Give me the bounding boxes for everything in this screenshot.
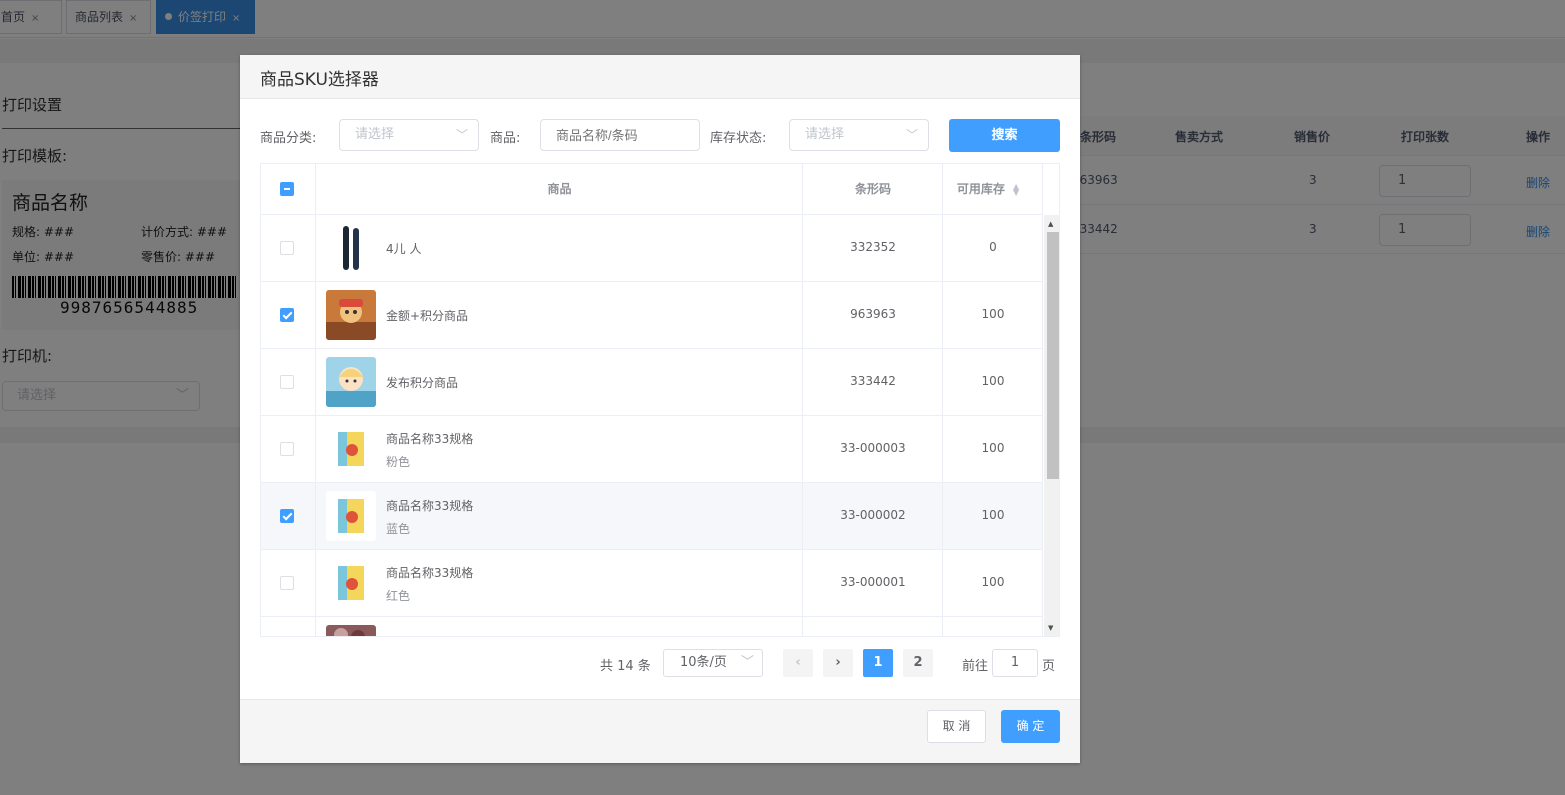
stock-cell: 100 — [981, 441, 1005, 455]
product-thumbnail — [326, 625, 376, 636]
table-row[interactable]: 商品名称33规格 粉色 33-000003 100 — [261, 416, 1043, 483]
product-thumbnail — [326, 357, 376, 407]
category-filter-label: 商品分类: — [260, 131, 317, 146]
product-thumbnail — [326, 491, 376, 541]
prev-page-button[interactable]: ‹ — [783, 649, 813, 677]
product-name: 商品名称33规格 — [386, 499, 474, 513]
product-name: 商品名称33规格 — [386, 566, 474, 580]
blind-box-image-icon — [326, 424, 376, 474]
goto-unit: 页 — [1042, 659, 1056, 674]
row-checkbox[interactable] — [280, 241, 294, 255]
doll-image-icon — [326, 357, 376, 407]
product-name: 4儿 人 — [386, 242, 422, 256]
column-divider — [315, 164, 316, 636]
scroll-up-icon[interactable]: ▲ — [1048, 220, 1053, 228]
stock-status-select[interactable]: 请选择 ﹀ — [789, 119, 929, 151]
toy-figure-image-icon — [326, 290, 376, 340]
product-spec: 蓝色 — [386, 522, 411, 536]
hairbrush-image-icon — [326, 223, 376, 273]
page-button-2[interactable]: 2 — [903, 649, 933, 677]
blind-box-image-icon — [326, 558, 376, 608]
goto-label: 前往 — [962, 659, 989, 674]
product-name: 金额+积分商品 — [386, 309, 469, 323]
product-thumbnail — [326, 424, 376, 474]
table-row[interactable]: 商品名称33规格 蓝色 33-000002 100 — [261, 483, 1043, 550]
column-divider — [942, 164, 943, 636]
scroll-down-icon[interactable]: ▼ — [1048, 624, 1053, 632]
stock-cell: 100 — [981, 374, 1005, 388]
goto-page-input[interactable]: 1 — [992, 649, 1038, 677]
search-button[interactable]: 搜索 — [949, 119, 1060, 152]
stock-filter-label: 库存状态: — [710, 131, 767, 146]
col-barcode: 条形码 — [854, 182, 891, 196]
product-name: 发布积分商品 — [386, 376, 459, 390]
product-filter-label: 商品: — [490, 131, 521, 146]
product-thumbnail — [326, 223, 376, 273]
row-checkbox[interactable] — [280, 308, 294, 322]
table-row[interactable]: 金额+积分商品 963963 100 — [261, 282, 1043, 349]
stock-cell: 100 — [981, 575, 1005, 589]
col-product: 商品 — [547, 182, 572, 196]
select-all-checkbox[interactable] — [280, 182, 294, 196]
chevron-down-icon: ﹀ — [905, 128, 918, 142]
barcode-cell: 33-000003 — [840, 441, 906, 455]
product-spec: 红色 — [386, 589, 411, 603]
barcode-cell: 332352 — [850, 240, 896, 254]
barcode-cell: 333442 — [850, 374, 896, 388]
table-row[interactable]: 商品名称33规格 红色 33-000001 100 — [261, 550, 1043, 617]
chevron-right-icon: › — [835, 655, 841, 670]
sku-selector-dialog: 商品SKU选择器 商品分类: 请选择 ﹀ 商品: 库存状态: 请选择 ﹀ 搜索 … — [240, 55, 1080, 763]
row-checkbox[interactable] — [280, 442, 294, 456]
category-select[interactable]: 请选择 ﹀ — [339, 119, 479, 151]
dialog-title: 商品SKU选择器 — [260, 70, 379, 90]
barcode-cell: 963963 — [850, 307, 896, 321]
confirm-button[interactable]: 确 定 — [1001, 710, 1060, 743]
total-count: 共 14 条 — [600, 659, 651, 674]
table-row[interactable]: 4儿 人 332352 0 — [261, 215, 1043, 282]
stock-cell: 100 — [981, 508, 1005, 522]
product-thumbnail — [326, 558, 376, 608]
table-row[interactable] — [261, 617, 1043, 636]
stock-cell: 0 — [989, 240, 997, 254]
row-checkbox[interactable] — [280, 576, 294, 590]
product-spec: 粉色 — [386, 455, 411, 469]
column-divider — [1042, 164, 1043, 636]
row-checkbox[interactable] — [280, 509, 294, 523]
table-row[interactable]: 发布积分商品 333442 100 — [261, 349, 1043, 416]
col-stock-label: 可用库存 — [956, 182, 1005, 196]
dialog-header: 商品SKU选择器 — [240, 55, 1080, 99]
product-image-icon — [326, 625, 376, 636]
next-page-button[interactable]: › — [823, 649, 853, 677]
product-name: 商品名称33规格 — [386, 432, 474, 446]
page-size-select[interactable]: 10条/页 ﹀ — [663, 649, 763, 677]
page-button-1[interactable]: 1 — [863, 649, 893, 677]
barcode-cell: 33-000002 — [840, 508, 906, 522]
stock-cell: 100 — [981, 307, 1005, 321]
barcode-cell: 33-000001 — [840, 575, 906, 589]
chevron-down-icon: ﹀ — [455, 128, 468, 142]
chevron-left-icon: ‹ — [795, 655, 801, 670]
chevron-down-icon: ﹀ — [740, 655, 754, 670]
blind-box-image-icon — [326, 491, 376, 541]
sort-icon[interactable]: ▲ ▼ — [1013, 182, 1019, 196]
product-thumbnail — [326, 290, 376, 340]
stock-status-placeholder: 请选择 — [805, 127, 845, 142]
cancel-button[interactable]: 取 消 — [927, 710, 986, 743]
scrollbar-thumb[interactable] — [1047, 232, 1059, 479]
category-select-placeholder: 请选择 — [355, 127, 395, 142]
row-checkbox[interactable] — [280, 375, 294, 389]
page-size-value: 10条/页 — [680, 655, 727, 670]
col-stock[interactable]: 可用库存 ▲ ▼ — [943, 164, 1033, 215]
sku-table: 商品 条形码 可用库存 ▲ ▼ 4儿 人 332352 0 金额+积分商品 963… — [260, 163, 1060, 637]
column-divider — [802, 164, 803, 636]
product-search-input[interactable] — [540, 119, 700, 151]
